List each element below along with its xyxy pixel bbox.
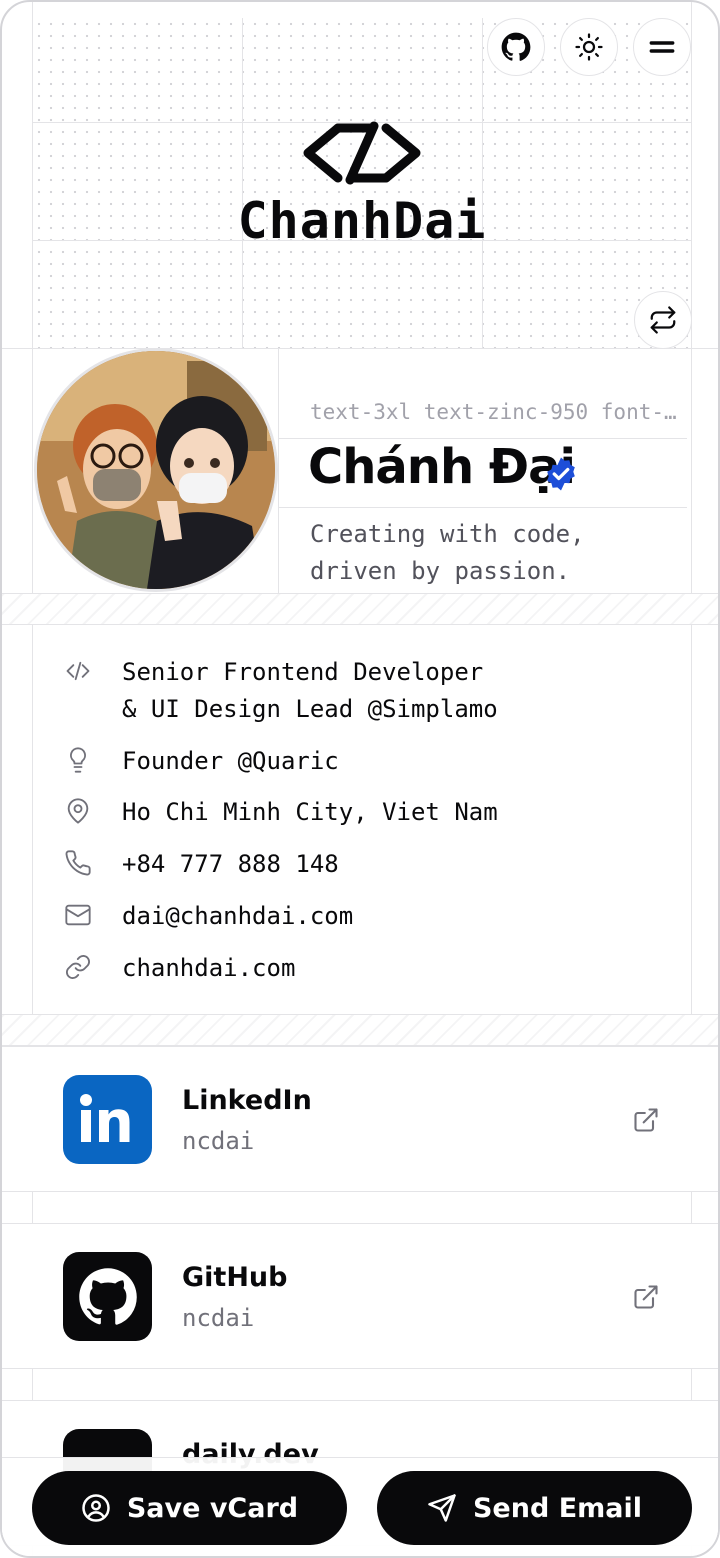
profile-name: Chánh Đại [308,439,576,495]
info-role: Senior Frontend Developer & UI Design Le… [62,654,498,728]
linkedin-icon [63,1075,152,1164]
tagline: Creating with code, driven by passion. [310,520,585,585]
repeat-icon [650,306,676,334]
menu-icon [649,41,675,53]
external-link-icon [632,1106,660,1138]
info-email[interactable]: dai@chanhdai.com [62,898,353,935]
code-icon [62,655,94,687]
divider-hatch [2,593,718,625]
divider-hatch [2,1014,718,1046]
github-button[interactable] [487,18,545,76]
info-phone[interactable]: +84 777 888 148 [62,846,339,883]
github-icon [501,32,531,61]
social-link-linkedin[interactable]: LinkedIn ncdai [2,1046,718,1192]
sun-icon [575,33,603,61]
save-vcard-button[interactable]: Save vCard [32,1471,347,1545]
swap-button[interactable] [634,291,692,349]
user-circle-icon [82,1494,110,1522]
menu-button[interactable] [633,18,691,76]
send-icon [428,1494,456,1522]
github-icon [63,1252,152,1341]
mail-icon [62,899,94,931]
info-founder: Founder @Quaric [62,743,339,780]
lightbulb-icon [62,744,94,776]
link-icon [62,951,94,983]
social-link-github[interactable]: GitHub ncdai [2,1223,718,1369]
external-link-icon [632,1283,660,1315]
send-email-button[interactable]: Send Email [377,1471,692,1545]
info-location: Ho Chi Minh City, Viet Nam [62,794,498,831]
info-website[interactable]: chanhdai.com [62,950,295,987]
brand-wordmark: ChanhDai [237,192,487,250]
page-frame: ChanhDai text-3xl text-zinc-950 font-s C… [0,0,720,1558]
theme-toggle-button[interactable] [560,18,618,76]
map-pin-icon [62,795,94,827]
code-brackets-icon [303,121,421,185]
verified-badge-icon [543,456,579,496]
flip-text: text-3xl text-zinc-950 font-semibold [310,400,686,424]
logo-mark [2,120,718,190]
phone-icon [62,847,94,879]
avatar [34,348,278,592]
